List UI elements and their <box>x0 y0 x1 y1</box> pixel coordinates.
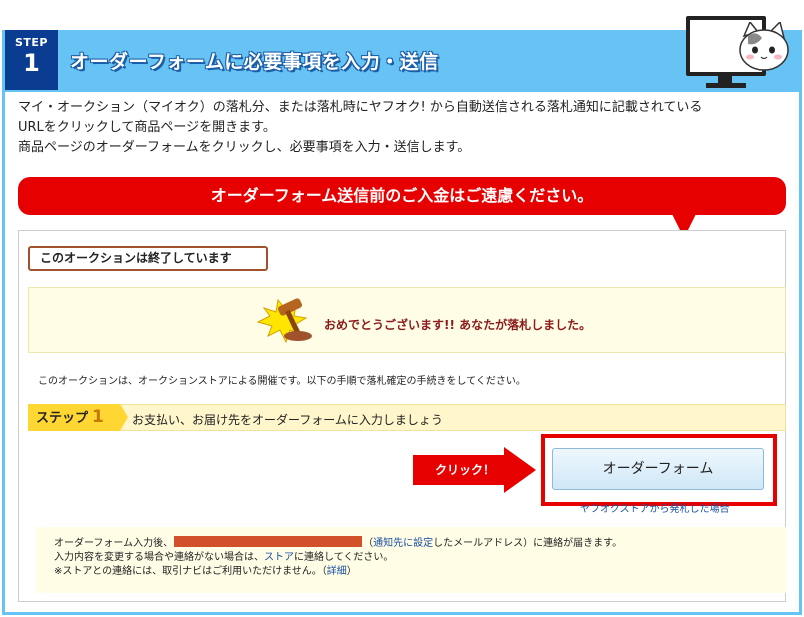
notify-settings-link[interactable]: 通知先に設定 <box>373 538 433 549</box>
auction-ended-label: このオークションは終了しています <box>28 246 268 271</box>
step-instruction: お支払い、お届け先をオーダーフォームに入力しましょう <box>132 413 443 427</box>
click-callout: クリック！ <box>413 455 505 485</box>
info-line-1: オーダーフォーム入力後、 （通知先に設定したメールアドレス）に連絡が届きます。 <box>54 536 622 551</box>
gavel-icon <box>256 298 312 344</box>
info-lines: オーダーフォーム入力後、 （通知先に設定したメールアドレス）に連絡が届きます。 入… <box>54 536 622 579</box>
store-note: このオークションは、オークションストアによる開催です。以下の手順で落札確定の手続… <box>38 376 526 387</box>
order-form-button[interactable]: オーダーフォーム <box>552 448 764 490</box>
monitor-base <box>706 83 746 88</box>
info-line-3: ※ストアとの連絡には、取引ナビはご利用いただけません。（詳細） <box>54 565 622 579</box>
info-line-2: 入力内容を変更する場合や連絡がない場合は、ストアに連絡してください。 <box>54 551 622 565</box>
info-line-1-suffix: したメールアドレス）に連絡が届きます。 <box>433 538 623 549</box>
congrats-message: おめでとうございます!! あなたが落札しました。 <box>324 318 592 332</box>
info-line-3-suffix: ） <box>346 566 357 577</box>
step-number: 1 <box>23 49 40 77</box>
info-line-3-prefix: ※ストアとの連絡には、取引ナビはご利用いただけません。（ <box>54 566 327 577</box>
step-tag-label: ステップ <box>36 411 89 426</box>
warning-banner: オーダーフォーム送信前のご入金はご遠慮ください。 <box>18 177 786 215</box>
step-word: STEP <box>14 36 48 49</box>
cat-mascot-icon <box>739 22 789 71</box>
intro-line-1: マイ・オークション（マイオク）の落札分、または落札時にヤフオク! から自動送信さ… <box>18 100 703 115</box>
intro-text: マイ・オークション（マイオク）の落札分、または落札時にヤフオク! から自動送信さ… <box>18 98 788 158</box>
info-line-1-paren: （ <box>363 538 374 549</box>
intro-line-3: 商品ページのオーダーフォームをクリックし、必要事項を入力・送信します。 <box>18 140 471 155</box>
page-title: オーダーフォームに必要事項を入力・送信 <box>70 51 439 73</box>
step-tag: ステップ 1 <box>28 404 120 431</box>
info-line-2-suffix: に連絡してください。 <box>294 552 394 563</box>
step-badge: STEP 1 <box>5 30 58 90</box>
details-link[interactable]: 詳細 <box>327 566 347 577</box>
click-callout-arrow-icon <box>504 447 536 493</box>
step-tag-number: 1 <box>92 407 104 427</box>
info-line-2-prefix: 入力内容を変更する場合や連絡がない場合は、 <box>54 552 264 563</box>
intro-line-2: URLをクリックして商品ページを開きます。 <box>18 120 276 135</box>
info-line-1-prefix: オーダーフォーム入力後、 <box>54 538 174 549</box>
step-tag-arrow <box>120 404 128 431</box>
redacted-email <box>174 536 363 547</box>
store-contact-link[interactable]: ストア <box>264 552 294 563</box>
store-link[interactable]: ヤフオクストアから発札した場合 <box>580 500 730 515</box>
